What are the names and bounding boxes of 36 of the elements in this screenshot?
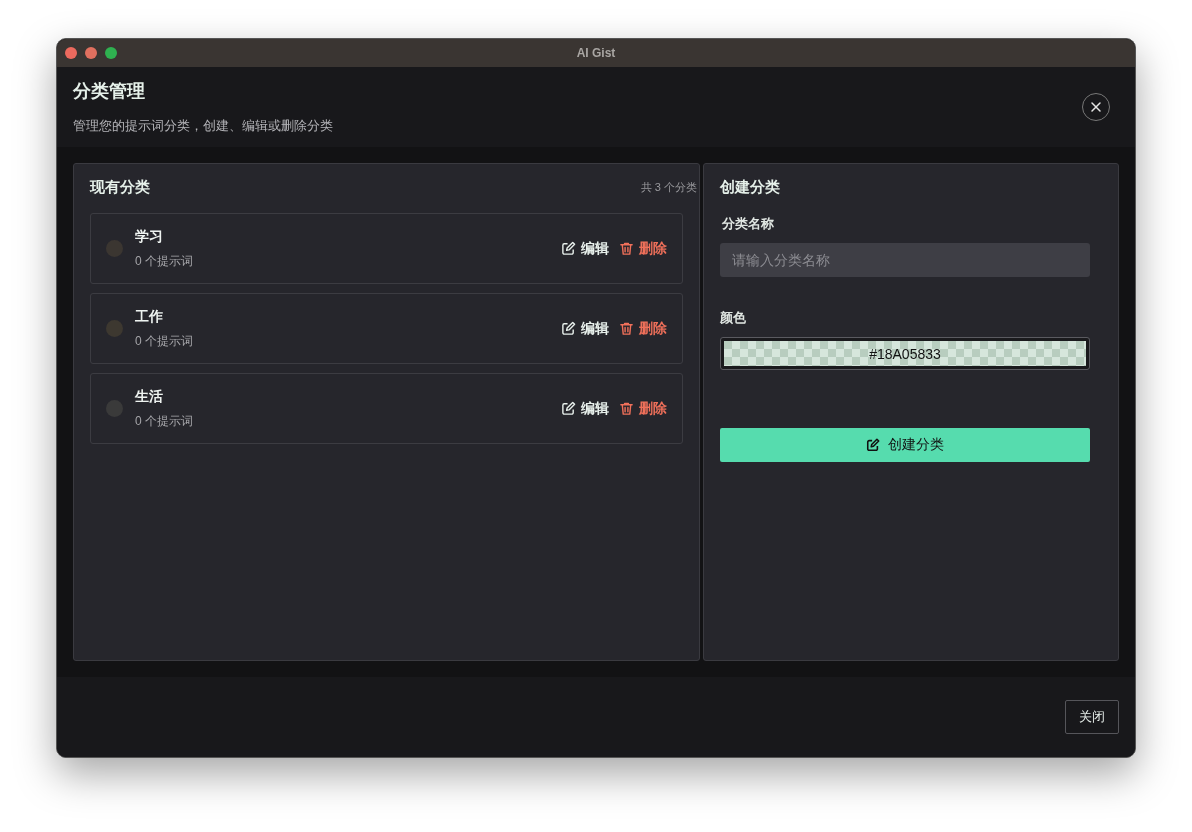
close-window-button[interactable] (65, 47, 77, 59)
close-icon (1090, 101, 1102, 113)
edit-icon (866, 438, 880, 452)
edit-button[interactable]: 编辑 (551, 399, 609, 418)
minimize-window-button[interactable] (85, 47, 97, 59)
zoom-window-button[interactable] (105, 47, 117, 59)
edit-button[interactable]: 编辑 (551, 239, 609, 258)
trash-icon (619, 241, 634, 256)
color-picker-field[interactable]: #18A05833 (720, 337, 1090, 370)
category-name: 生活 (135, 387, 164, 406)
edit-icon (561, 401, 576, 416)
close-dialog-button[interactable]: 关闭 (1065, 700, 1119, 734)
field-label: 分类名称 (722, 215, 775, 233)
panel-title: 创建分类 (720, 178, 781, 197)
prompt-count: 0 个提示词 (135, 412, 194, 430)
delete-button[interactable]: 删除 (609, 239, 667, 258)
category-name: 学习 (135, 227, 164, 246)
prompt-count: 0 个提示词 (135, 252, 194, 270)
prompt-count: 0 个提示词 (135, 332, 194, 350)
delete-button[interactable]: 删除 (609, 319, 667, 338)
category-count: 共 3 个分类 (640, 180, 697, 195)
trash-icon (619, 321, 634, 336)
edit-icon (561, 321, 576, 336)
delete-button[interactable]: 删除 (609, 399, 667, 418)
dialog-subtitle: 管理您的提示词分类，创建、编辑或删除分类 (73, 117, 333, 135)
edit-button[interactable]: 编辑 (551, 319, 609, 338)
edit-icon (561, 241, 576, 256)
field-label: 颜色 (720, 309, 747, 327)
name-input-field[interactable]: 请输入分类名称 (720, 243, 1090, 277)
trash-icon (619, 401, 634, 416)
create-category-button[interactable]: 创建分类 (720, 428, 1090, 462)
category-name: 工作 (135, 307, 164, 326)
window-title: AI Gist (576, 46, 616, 60)
panel-title: 现有分类 (90, 178, 150, 197)
dialog-title: 分类管理 (73, 80, 146, 103)
color-value: #18A05833 (869, 345, 941, 362)
